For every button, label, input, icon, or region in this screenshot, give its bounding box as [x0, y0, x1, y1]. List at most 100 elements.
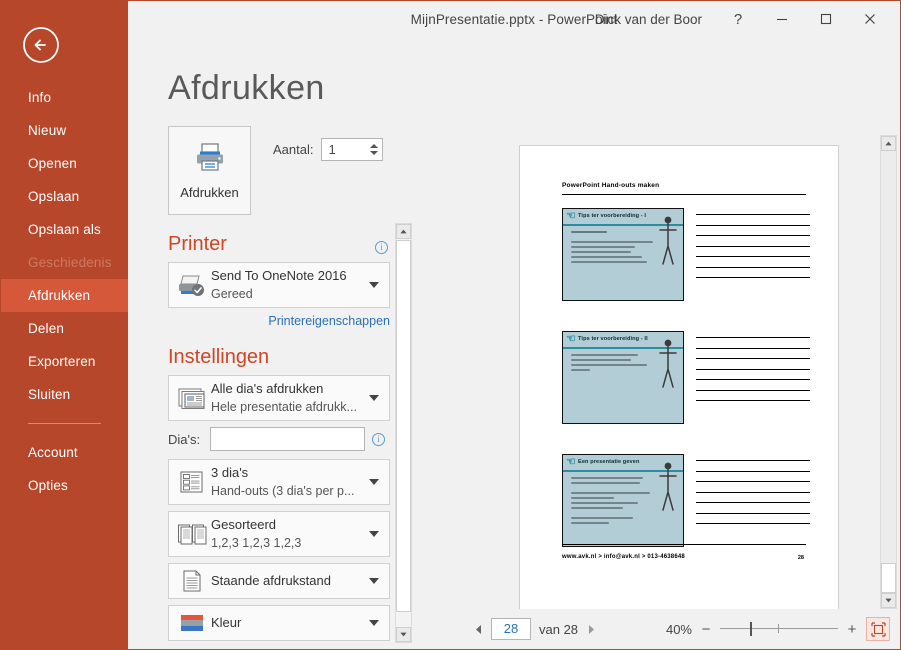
scroll-down-icon[interactable] — [881, 593, 896, 608]
note-line — [696, 347, 810, 349]
zoom-out-button[interactable]: − — [700, 621, 712, 638]
sidebar-item-delen[interactable]: Delen — [1, 312, 128, 345]
orientation-select[interactable]: Staande afdrukstand — [168, 563, 390, 599]
slide-thumbnail[interactable]: ☜ Tips ter voorbereiding - I — [562, 208, 684, 301]
sidebar-item-label: Opslaan — [28, 189, 80, 204]
slide-text-line — [571, 492, 651, 494]
printer-select[interactable]: Send To OneNote 2016 Gereed — [168, 262, 390, 308]
zoom-slider-rail — [720, 628, 838, 629]
sidebar-item-exporteren[interactable]: Exporteren — [1, 345, 128, 378]
minimize-button[interactable] — [760, 4, 804, 34]
handout-footer-rule — [562, 544, 806, 545]
sidebar-item-label: Exporteren — [28, 354, 96, 369]
print-range-select[interactable]: Alle dia's afdrukken Hele presentatie af… — [168, 375, 390, 421]
slide-body — [571, 231, 657, 266]
note-line — [696, 389, 810, 391]
sidebar-item-nieuw[interactable]: Nieuw — [1, 114, 128, 147]
preview-page[interactable]: PowerPoint Hand-outs maken ☜ Tips ter vo… — [519, 145, 839, 617]
slide-text-line — [571, 364, 647, 366]
print-button[interactable]: Afdrukken — [168, 126, 251, 215]
slide-text-line — [571, 256, 642, 258]
sidebar-item-label: Opties — [28, 478, 68, 493]
slide-thumbnail[interactable]: ☜ Tips ter voorbereiding - II — [562, 331, 684, 424]
collation-select[interactable]: Gesorteerd 1,2,3 1,2,3 1,2,3 — [168, 511, 390, 557]
zoom-slider-handle[interactable] — [750, 622, 752, 636]
spinner-up-icon[interactable] — [369, 144, 378, 148]
next-page-button[interactable] — [582, 617, 600, 641]
settings-scrollbar-thumb[interactable] — [396, 240, 411, 612]
scroll-down-icon[interactable] — [396, 627, 411, 642]
slide-logo-icon: ☜ — [566, 456, 576, 468]
sidebar-item-label: Geschiedenis — [28, 255, 112, 270]
color-select-text: Kleur — [209, 614, 365, 632]
backstage-nav: Info Nieuw Openen Opslaan Opslaan als Ge… — [1, 81, 128, 502]
slide-title: Tips ter voorbereiding - II — [578, 336, 648, 342]
preview-scrollbar[interactable] — [880, 135, 897, 609]
chevron-down-icon[interactable] — [369, 620, 379, 626]
previous-page-button[interactable] — [469, 617, 487, 641]
spinner-down-icon[interactable] — [369, 151, 378, 155]
preview-scrollbar-thumb[interactable] — [881, 563, 896, 593]
sidebar-item-afdrukken[interactable]: Afdrukken — [1, 279, 128, 312]
printer-name: Send To OneNote 2016 — [211, 268, 347, 283]
color-select[interactable]: Kleur — [168, 605, 390, 641]
slide-text-line — [571, 246, 635, 248]
back-arrow-icon[interactable] — [21, 25, 61, 65]
account-name[interactable]: Dick van der Boor — [581, 12, 716, 27]
scroll-up-icon[interactable] — [881, 136, 896, 151]
zoom-slider-tick — [778, 624, 779, 633]
handout-note-lines — [696, 460, 810, 534]
title-bar: MijnPresentatie.pptx - PowerPoint Dick v… — [128, 1, 900, 37]
all-slides-icon — [175, 386, 209, 410]
layout-select[interactable]: 3 dia's Hand-outs (3 dia's per p... — [168, 459, 390, 505]
slide-text-line — [571, 241, 653, 243]
zoom-percent-label: 40% — [665, 621, 692, 637]
printer-section-heading: Printer i — [168, 233, 390, 256]
scroll-up-icon[interactable] — [396, 224, 411, 239]
chevron-down-icon[interactable] — [369, 282, 379, 288]
note-line — [696, 491, 810, 493]
printer-properties-link[interactable]: Printereigenschappen — [168, 314, 390, 328]
handout-title: PowerPoint Hand-outs maken — [562, 182, 660, 189]
chevron-down-icon[interactable] — [369, 578, 379, 584]
sidebar-item-account[interactable]: Account — [1, 436, 128, 469]
sidebar-item-sluiten[interactable]: Sluiten — [1, 378, 128, 411]
chevron-down-icon[interactable] — [369, 531, 379, 537]
note-line — [696, 256, 810, 257]
printer-info-icon[interactable]: i — [375, 241, 388, 254]
sidebar-item-info[interactable]: Info — [1, 81, 128, 114]
help-button[interactable]: ? — [716, 4, 760, 34]
zoom-slider[interactable] — [720, 622, 838, 636]
slide-text-line — [571, 502, 639, 504]
slide-logo-icon: ☜ — [566, 333, 576, 345]
restore-button[interactable] — [804, 4, 848, 34]
note-line — [696, 502, 810, 503]
slides-range-input[interactable] — [210, 427, 365, 451]
current-page-input[interactable]: 28 — [491, 618, 531, 640]
sidebar-item-opslaan[interactable]: Opslaan — [1, 180, 128, 213]
close-button[interactable] — [848, 4, 892, 34]
note-line — [696, 523, 810, 524]
slide-text-line — [571, 482, 640, 484]
sidebar-item-opslaan-als[interactable]: Opslaan als — [1, 213, 128, 246]
copies-spinner-arrows[interactable] — [365, 139, 382, 160]
slide-title: Tips ter voorbereiding - I — [578, 213, 647, 219]
sidebar-item-opties[interactable]: Opties — [1, 469, 128, 502]
slide-text-line — [571, 354, 639, 356]
title-bar-controls: Dick van der Boor ? — [581, 1, 892, 37]
sidebar-item-openen[interactable]: Openen — [1, 147, 128, 180]
copies-stepper[interactable]: 1 — [321, 138, 384, 161]
fit-to-window-button[interactable] — [866, 617, 890, 641]
copies-value[interactable]: 1 — [322, 142, 365, 157]
handout-slot: ☜ Tips ter voorbereiding - I — [562, 208, 810, 303]
note-line — [696, 235, 810, 236]
chevron-down-icon[interactable] — [369, 479, 379, 485]
slides-range-info-icon[interactable]: i — [372, 432, 385, 446]
zoom-in-button[interactable]: + — [846, 621, 858, 638]
chevron-down-icon[interactable] — [369, 395, 379, 401]
settings-scrollbar[interactable] — [395, 223, 412, 643]
slide-text-line — [571, 497, 614, 499]
slide-text-line — [571, 359, 632, 361]
copies-control: Aantal: 1 — [273, 126, 384, 161]
slide-thumbnail[interactable]: ☜ Een presentatie geven — [562, 454, 684, 547]
